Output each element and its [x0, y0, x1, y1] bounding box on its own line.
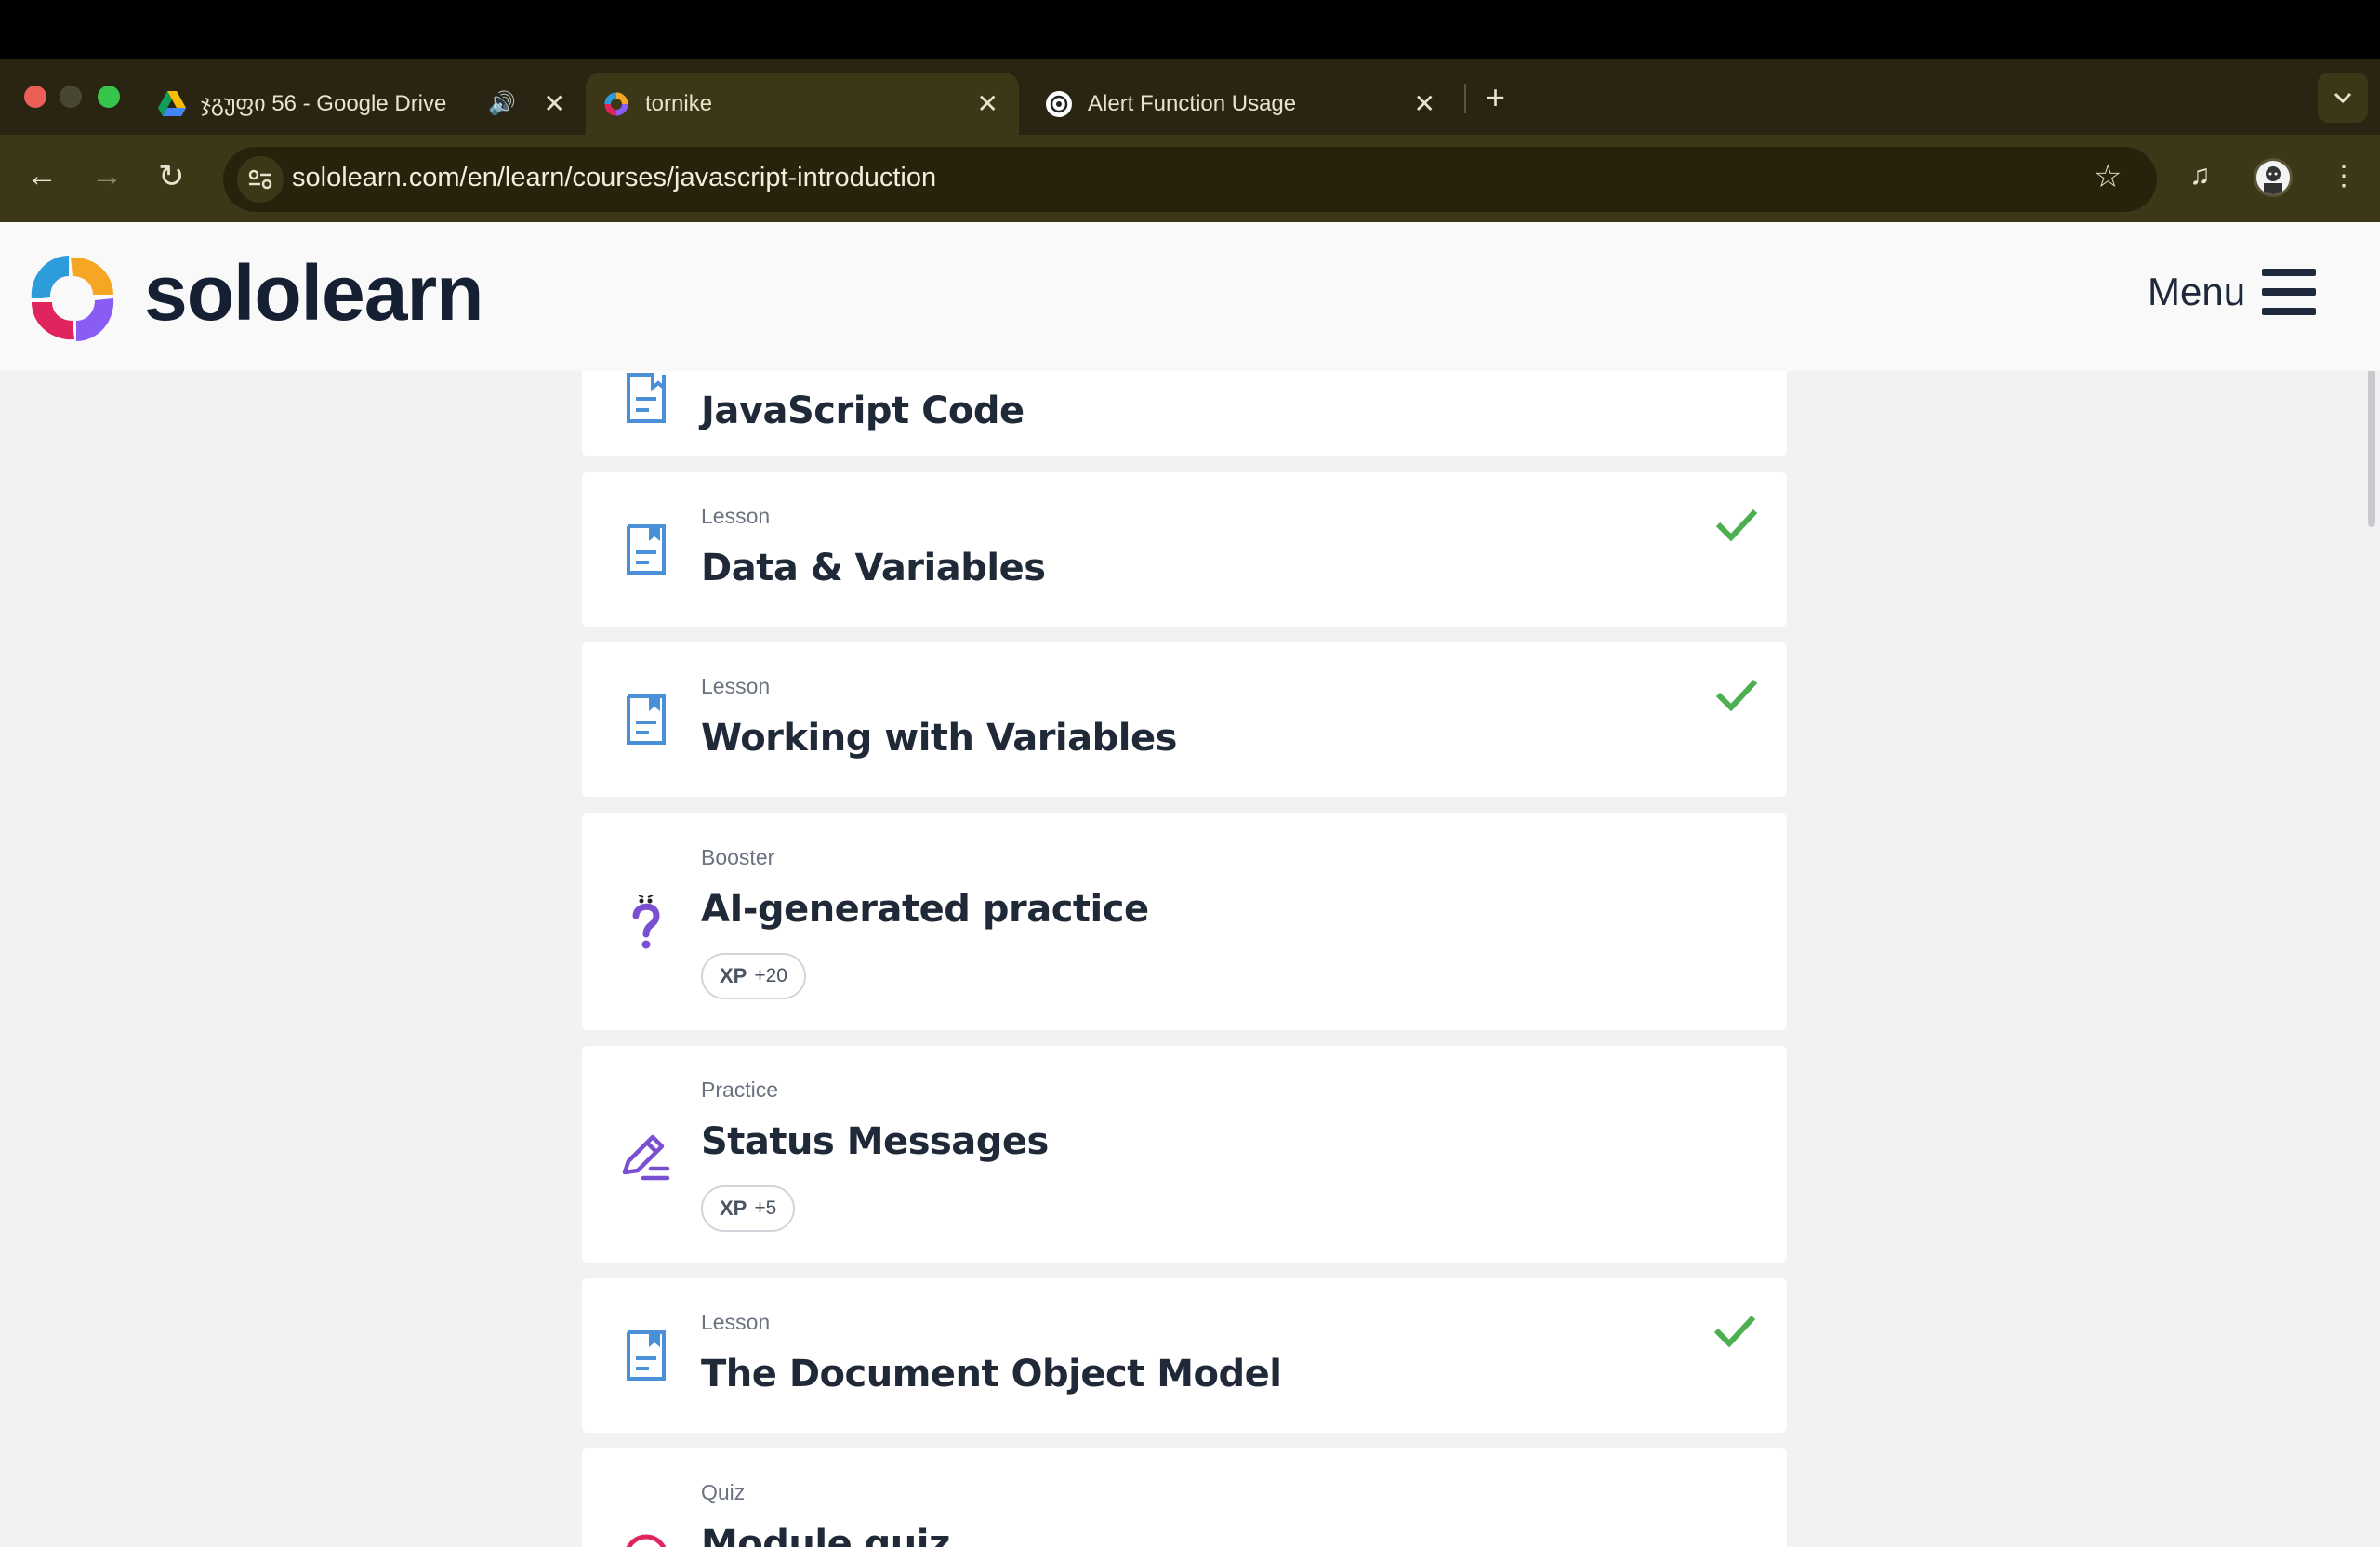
tab-title: tornike [645, 90, 713, 116]
lesson-title: The Document Object Model [701, 1353, 1282, 1395]
close-tab-icon[interactable]: ✕ [1414, 88, 1435, 119]
tab-title: ჯგუფი 56 - Google Drive [201, 91, 447, 116]
forward-arrow-icon[interactable]: → [91, 158, 123, 194]
lesson-card[interactable]: Lesson The Document Object Model [582, 1278, 1787, 1433]
google-drive-icon [158, 90, 186, 118]
media-control-icon[interactable]: ♫ [2189, 160, 2211, 192]
sololearn-logo-icon[interactable] [26, 252, 119, 345]
xp-label: XP [720, 1197, 747, 1220]
quiz-icon [626, 1534, 667, 1547]
booster-title: AI-generated practice [701, 888, 1149, 931]
page-scrollbar[interactable] [2368, 360, 2375, 527]
xp-badge: XP +20 [701, 953, 806, 999]
bookmark-star-icon[interactable]: ☆ [2094, 158, 2122, 195]
logo-wordmark[interactable]: sololearn [144, 248, 483, 338]
xp-label: XP [720, 964, 747, 987]
os-menubar-area [0, 0, 2380, 60]
lesson-document-icon [627, 694, 666, 745]
item-type-label: Practice [701, 1078, 779, 1102]
site-header: sololearn Menu [0, 222, 2380, 371]
practice-pencil-icon [622, 1134, 670, 1181]
hamburger-icon [2262, 269, 2317, 315]
site-settings-icon[interactable] [237, 156, 284, 203]
xp-value: +5 [754, 1197, 777, 1219]
lesson-card[interactable]: Lesson Working with Variables [582, 642, 1787, 797]
item-type-label: Lesson [701, 674, 771, 698]
sololearn-icon [602, 90, 630, 118]
page-content: sololearn Menu JavaScript Code Lesson Da… [0, 222, 2380, 1547]
back-arrow-icon[interactable]: ← [26, 158, 58, 194]
profile-avatar[interactable] [2254, 158, 2293, 197]
lesson-document-icon [627, 1330, 666, 1381]
tab-google-drive[interactable]: ჯგუფი 56 - Google Drive 🔊 ✕ [158, 73, 586, 135]
new-tab-icon[interactable]: + [1486, 78, 1505, 117]
tab-search-chevron-icon[interactable] [2318, 73, 2368, 123]
tab-divider [1464, 84, 1466, 113]
booster-card[interactable]: Booster AI-generated practice XP +20 [582, 813, 1787, 1030]
window-close-button[interactable] [24, 86, 46, 108]
lesson-title: Working with Variables [701, 717, 1177, 760]
item-type-label: Booster [701, 845, 775, 869]
close-tab-icon[interactable]: ✕ [544, 88, 565, 119]
completed-check-icon [1715, 509, 1758, 542]
completed-check-icon [1713, 1315, 1756, 1348]
xp-value: +20 [754, 965, 787, 986]
xp-badge: XP +5 [701, 1185, 796, 1232]
speaker-icon[interactable]: 🔊 [488, 90, 516, 117]
tab-sololearn[interactable]: tornike ✕ [586, 73, 1019, 135]
window-zoom-button[interactable] [98, 86, 120, 108]
close-tab-icon[interactable]: ✕ [977, 88, 998, 119]
menu-label: Menu [2148, 270, 2246, 313]
practice-card[interactable]: Practice Status Messages XP +5 [582, 1046, 1787, 1263]
quiz-title: Module quiz [701, 1523, 950, 1547]
url-text[interactable]: sololearn.com/en/learn/courses/javascrip… [292, 163, 936, 193]
menu-button[interactable]: Menu [2148, 269, 2317, 315]
item-type-label: Lesson [701, 1310, 771, 1334]
lesson-title: JavaScript Code [701, 390, 1025, 432]
booster-question-icon [632, 895, 660, 949]
window-minimize-button[interactable] [60, 86, 82, 108]
lesson-document-icon [627, 524, 666, 575]
item-type-label: Lesson [701, 504, 771, 528]
item-type-label: Quiz [701, 1480, 746, 1504]
quiz-card[interactable]: Quiz Module quiz [582, 1448, 1787, 1547]
lesson-card[interactable]: Lesson Data & Variables [582, 472, 1787, 627]
reload-icon[interactable]: ↻ [158, 158, 185, 195]
browser-menu-icon[interactable]: ⋮ [2330, 160, 2358, 192]
lesson-document-icon [627, 373, 666, 423]
tab-alert-function[interactable]: Alert Function Usage ✕ [1028, 73, 1456, 135]
chatgpt-icon [1045, 90, 1073, 118]
completed-check-icon [1715, 679, 1758, 712]
tab-title: Alert Function Usage [1088, 90, 1297, 116]
practice-title: Status Messages [701, 1120, 1049, 1163]
lesson-title: Data & Variables [701, 547, 1046, 589]
